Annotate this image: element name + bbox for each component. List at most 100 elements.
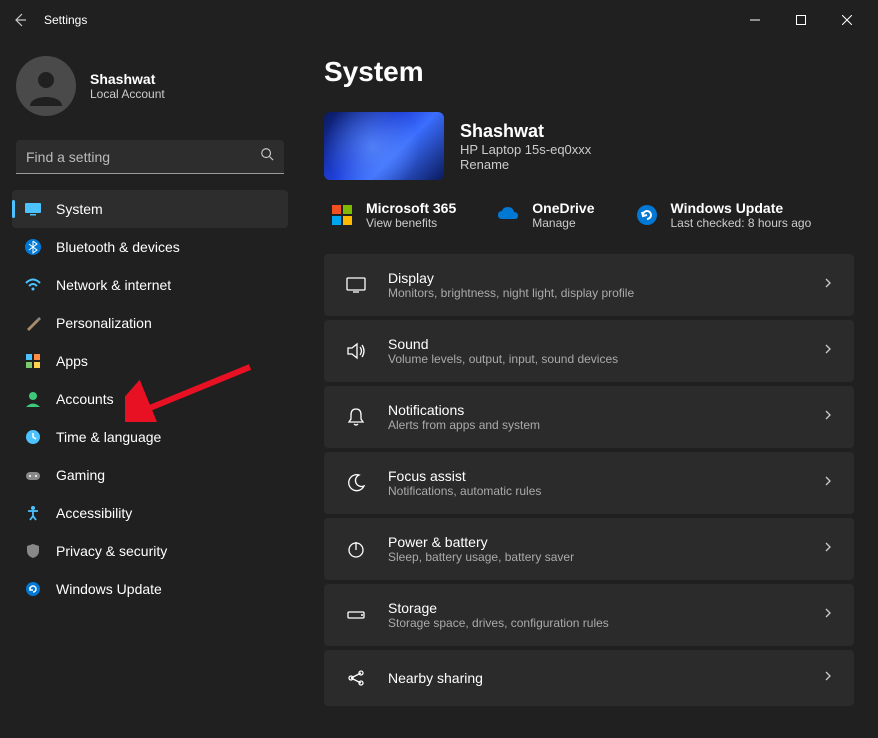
sidebar-item-personalization[interactable]: Personalization [12, 304, 288, 342]
setting-title: Sound [388, 336, 802, 352]
bell-icon [344, 405, 368, 429]
setting-display[interactable]: Display Monitors, brightness, night ligh… [324, 254, 854, 316]
setting-title: Nearby sharing [388, 670, 802, 686]
sidebar-item-accounts[interactable]: Accounts [12, 380, 288, 418]
sidebar-item-update[interactable]: Windows Update [12, 570, 288, 608]
microsoft-365-icon [330, 203, 354, 227]
sidebar-item-privacy[interactable]: Privacy & security [12, 532, 288, 570]
sidebar-item-accessibility[interactable]: Accessibility [12, 494, 288, 532]
clock-icon [24, 428, 42, 446]
window-controls [732, 4, 870, 36]
sidebar-item-time[interactable]: Time & language [12, 418, 288, 456]
setting-title: Focus assist [388, 468, 802, 484]
back-arrow-icon [12, 12, 28, 28]
setting-storage[interactable]: Storage Storage space, drives, configura… [324, 584, 854, 646]
avatar [16, 56, 76, 116]
search-input[interactable] [26, 149, 260, 165]
quicklink-onedrive[interactable]: OneDrive Manage [496, 200, 594, 230]
setting-sound[interactable]: Sound Volume levels, output, input, soun… [324, 320, 854, 382]
sidebar-item-gaming[interactable]: Gaming [12, 456, 288, 494]
setting-notifications[interactable]: Notifications Alerts from apps and syste… [324, 386, 854, 448]
nav-label: Gaming [56, 467, 105, 483]
setting-sub: Notifications, automatic rules [388, 484, 802, 498]
nav-label: Network & internet [56, 277, 171, 293]
setting-focus[interactable]: Focus assist Notifications, automatic ru… [324, 452, 854, 514]
chevron-right-icon [822, 474, 834, 492]
setting-title: Storage [388, 600, 802, 616]
sidebar-item-apps[interactable]: Apps [12, 342, 288, 380]
accessibility-icon [24, 504, 42, 522]
chevron-right-icon [822, 408, 834, 426]
quick-links: Microsoft 365 View benefits OneDrive Man… [324, 200, 854, 230]
sidebar-item-bluetooth[interactable]: Bluetooth & devices [12, 228, 288, 266]
device-row: Shashwat HP Laptop 15s-eq0xxx Rename [324, 112, 854, 180]
setting-power[interactable]: Power & battery Sleep, battery usage, ba… [324, 518, 854, 580]
setting-sub: Storage space, drives, configuration rul… [388, 616, 802, 630]
setting-sub: Sleep, battery usage, battery saver [388, 550, 802, 564]
storage-icon [344, 603, 368, 627]
close-icon [842, 15, 852, 25]
search-icon [260, 147, 274, 166]
close-button[interactable] [824, 4, 870, 36]
setting-sub: Monitors, brightness, night light, displ… [388, 286, 802, 300]
quicklink-m365[interactable]: Microsoft 365 View benefits [330, 200, 456, 230]
rename-link[interactable]: Rename [460, 157, 591, 172]
profile-subtitle: Local Account [90, 87, 165, 101]
profile-name: Shashwat [90, 71, 165, 87]
quicklink-sub: Manage [532, 216, 594, 230]
nav-label: System [56, 201, 103, 217]
quicklink-title: OneDrive [532, 200, 594, 216]
quicklink-winupdate[interactable]: Windows Update Last checked: 8 hours ago [635, 200, 812, 230]
moon-icon [344, 471, 368, 495]
nav-label: Bluetooth & devices [56, 239, 180, 255]
device-model: HP Laptop 15s-eq0xxx [460, 142, 591, 157]
setting-title: Display [388, 270, 802, 286]
search-box[interactable] [16, 140, 284, 174]
chevron-right-icon [822, 276, 834, 294]
content: System Shashwat HP Laptop 15s-eq0xxx Ren… [300, 40, 878, 738]
person-icon [24, 390, 42, 408]
setting-title: Notifications [388, 402, 802, 418]
chevron-right-icon [822, 669, 834, 687]
titlebar: Settings [0, 0, 878, 40]
device-name: Shashwat [460, 121, 591, 142]
nav-label: Time & language [56, 429, 161, 445]
window-title: Settings [44, 13, 87, 27]
apps-icon [24, 352, 42, 370]
minimize-button[interactable] [732, 4, 778, 36]
setting-nearby[interactable]: Nearby sharing [324, 650, 854, 706]
sidebar-item-network[interactable]: Network & internet [12, 266, 288, 304]
nav-label: Apps [56, 353, 88, 369]
setting-title: Power & battery [388, 534, 802, 550]
sidebar: Shashwat Local Account System Bluetooth … [0, 40, 300, 738]
settings-list: Display Monitors, brightness, night ligh… [324, 254, 854, 706]
setting-sub: Alerts from apps and system [388, 418, 802, 432]
chevron-right-icon [822, 606, 834, 624]
nav-label: Personalization [56, 315, 152, 331]
gamepad-icon [24, 466, 42, 484]
nav-label: Accounts [56, 391, 114, 407]
shield-icon [24, 542, 42, 560]
maximize-button[interactable] [778, 4, 824, 36]
page-title: System [324, 56, 854, 88]
profile-block[interactable]: Shashwat Local Account [0, 56, 300, 140]
quicklink-title: Windows Update [671, 200, 812, 216]
quicklink-sub: Last checked: 8 hours ago [671, 216, 812, 230]
power-icon [344, 537, 368, 561]
back-button[interactable] [8, 8, 32, 32]
device-thumbnail[interactable] [324, 112, 444, 180]
quicklink-sub: View benefits [366, 216, 456, 230]
chevron-right-icon [822, 342, 834, 360]
sidebar-item-system[interactable]: System [12, 190, 288, 228]
nav-label: Accessibility [56, 505, 132, 521]
person-icon [26, 66, 66, 106]
minimize-icon [750, 15, 760, 25]
maximize-icon [796, 15, 806, 25]
setting-sub: Volume levels, output, input, sound devi… [388, 352, 802, 366]
bluetooth-icon [24, 238, 42, 256]
monitor-icon [24, 200, 42, 218]
display-icon [344, 273, 368, 297]
nav-list: System Bluetooth & devices Network & int… [0, 190, 300, 608]
quicklink-title: Microsoft 365 [366, 200, 456, 216]
share-icon [344, 666, 368, 690]
